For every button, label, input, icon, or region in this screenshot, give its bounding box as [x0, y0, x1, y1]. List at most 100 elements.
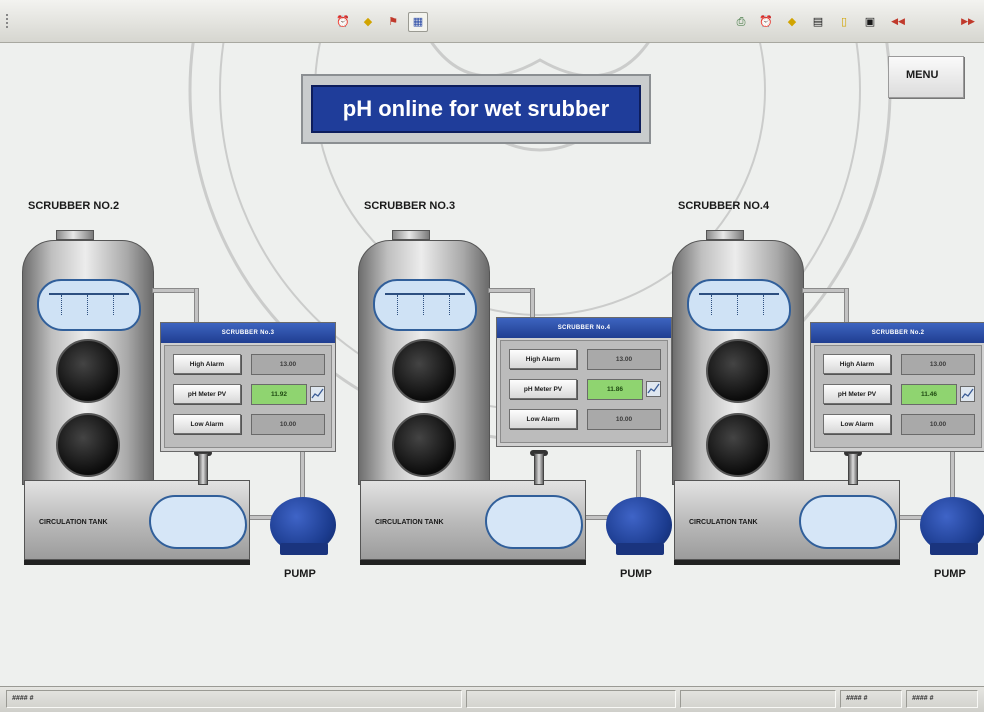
faceplate-title: SCRUBBER No.4	[497, 318, 671, 338]
tower-lid	[706, 230, 744, 240]
pump-base	[616, 543, 664, 555]
scrubber-label: SCRUBBER NO.4	[678, 200, 770, 212]
porthole-upper	[56, 339, 120, 403]
diamond-icon[interactable]: ◆	[782, 12, 802, 32]
pipe	[488, 288, 533, 293]
pipe	[194, 288, 199, 324]
diamond-icon[interactable]: ◆	[358, 12, 378, 32]
high-alarm-button[interactable]: High Alarm	[509, 349, 577, 369]
menu-button[interactable]: MENU	[888, 56, 964, 98]
ph-meter-pv-value: 11.86	[587, 379, 643, 400]
tower-lid	[56, 230, 94, 240]
title-frame: pH online for wet srubber	[301, 74, 651, 144]
drop-pipe	[848, 453, 858, 485]
circulation-tank[interactable]: CIRCULATION TANK	[24, 480, 250, 565]
low-alarm-value: 10.00	[901, 414, 975, 435]
pipe	[584, 515, 608, 520]
page-icon[interactable]: ▯	[834, 12, 854, 32]
ph-faceplate: SCRUBBER No.4 High Alarm 13.00 pH Meter …	[496, 317, 672, 447]
scrubber-tower[interactable]	[672, 240, 804, 485]
ph-meter-pv-value: 11.46	[901, 384, 957, 405]
scrubber-label: SCRUBBER NO.2	[28, 200, 120, 212]
drop-pipe	[198, 453, 208, 485]
ph-faceplate: SCRUBBER No.3 High Alarm 13.00 pH Meter …	[160, 322, 336, 452]
scrubber-tower[interactable]	[22, 240, 154, 485]
pipe	[152, 288, 197, 293]
tank-label: CIRCULATION TANK	[39, 519, 108, 526]
porthole-lower	[392, 413, 456, 477]
high-alarm-value: 13.00	[587, 349, 661, 370]
spray-chamber	[37, 279, 141, 331]
ph-meter-pv-value: 11.92	[251, 384, 307, 405]
trend-icon[interactable]	[310, 386, 325, 402]
pump-label: PUMP	[934, 568, 966, 580]
pump-base	[930, 543, 978, 555]
status-field-empty	[466, 690, 676, 708]
ph-faceplate: SCRUBBER No.2 High Alarm 13.00 pH Meter …	[810, 322, 984, 452]
porthole-upper	[392, 339, 456, 403]
spray-chamber	[373, 279, 477, 331]
document-icon[interactable]: ▤	[808, 12, 828, 32]
high-alarm-value: 13.00	[901, 354, 975, 375]
status-field-right: #### #	[906, 690, 978, 708]
low-alarm-value: 10.00	[587, 409, 661, 430]
scrubber-unit: SCRUBBER NO.3 CIRCULATION TANK PUMP SCRU…	[358, 200, 688, 590]
pipe	[802, 288, 847, 293]
tank-spray	[485, 495, 583, 549]
pipe	[950, 450, 955, 500]
circulation-tank[interactable]: CIRCULATION TANK	[674, 480, 900, 565]
faceplate-title: SCRUBBER No.3	[161, 323, 335, 343]
alarm-clock-icon[interactable]: ⏰	[333, 12, 353, 32]
page-title: pH online for wet srubber	[311, 85, 641, 133]
low-alarm-button[interactable]: Low Alarm	[823, 414, 891, 434]
status-field-mid: #### #	[840, 690, 902, 708]
status-bar: #### # #### # #### #	[0, 686, 984, 712]
ph-meter-pv-button[interactable]: pH Meter PV	[823, 384, 891, 404]
high-alarm-button[interactable]: High Alarm	[173, 354, 241, 374]
rewind-icon[interactable]: ◀◀	[885, 12, 911, 32]
porthole-lower	[56, 413, 120, 477]
tank-label: CIRCULATION TANK	[689, 519, 758, 526]
faceplate-title: SCRUBBER No.2	[811, 323, 984, 343]
high-alarm-value: 13.00	[251, 354, 325, 375]
low-alarm-button[interactable]: Low Alarm	[173, 414, 241, 434]
tower-lid	[392, 230, 430, 240]
chart-icon[interactable]: ▦	[408, 12, 428, 32]
porthole-upper	[706, 339, 770, 403]
trend-icon[interactable]	[646, 381, 661, 397]
top-toolbar: ⏰ ◆ ⚑ ▦ ⎙ ⏰ ◆ ▤ ▯ ▣ ◀◀ ▶▶	[0, 0, 984, 43]
save-icon[interactable]: ▣	[860, 12, 880, 32]
scrubber-label: SCRUBBER NO.3	[364, 200, 456, 212]
drop-pipe	[534, 453, 544, 485]
scrubber-unit: SCRUBBER NO.4 CIRCULATION TANK PUMP SCRU…	[672, 200, 984, 590]
pipe	[248, 515, 272, 520]
high-alarm-button[interactable]: High Alarm	[823, 354, 891, 374]
tank-label: CIRCULATION TANK	[375, 519, 444, 526]
tank-spray	[149, 495, 247, 549]
spray-chamber	[687, 279, 791, 331]
pipe	[844, 288, 849, 324]
status-field-left: #### #	[6, 690, 462, 708]
ph-meter-pv-button[interactable]: pH Meter PV	[509, 379, 577, 399]
toolbar-grip[interactable]	[6, 14, 12, 28]
pump-label: PUMP	[620, 568, 652, 580]
circulation-tank[interactable]: CIRCULATION TANK	[360, 480, 586, 565]
pump-label: PUMP	[284, 568, 316, 580]
print-icon[interactable]: ⎙	[731, 12, 751, 32]
pipe	[300, 450, 305, 500]
pipe	[636, 450, 641, 500]
tank-spray	[799, 495, 897, 549]
trend-icon[interactable]	[960, 386, 975, 402]
pump-base	[280, 543, 328, 555]
fast-forward-icon[interactable]: ▶▶	[955, 12, 981, 32]
ph-meter-pv-button[interactable]: pH Meter PV	[173, 384, 241, 404]
pipe	[898, 515, 922, 520]
clock-icon[interactable]: ⏰	[756, 12, 776, 32]
flag-icon[interactable]: ⚑	[383, 12, 403, 32]
porthole-lower	[706, 413, 770, 477]
low-alarm-value: 10.00	[251, 414, 325, 435]
status-field-blank	[680, 690, 836, 708]
scrubber-unit: SCRUBBER NO.2 CIRCULATION TANK PUMP SCRU…	[22, 200, 352, 590]
low-alarm-button[interactable]: Low Alarm	[509, 409, 577, 429]
scrubber-tower[interactable]	[358, 240, 490, 485]
